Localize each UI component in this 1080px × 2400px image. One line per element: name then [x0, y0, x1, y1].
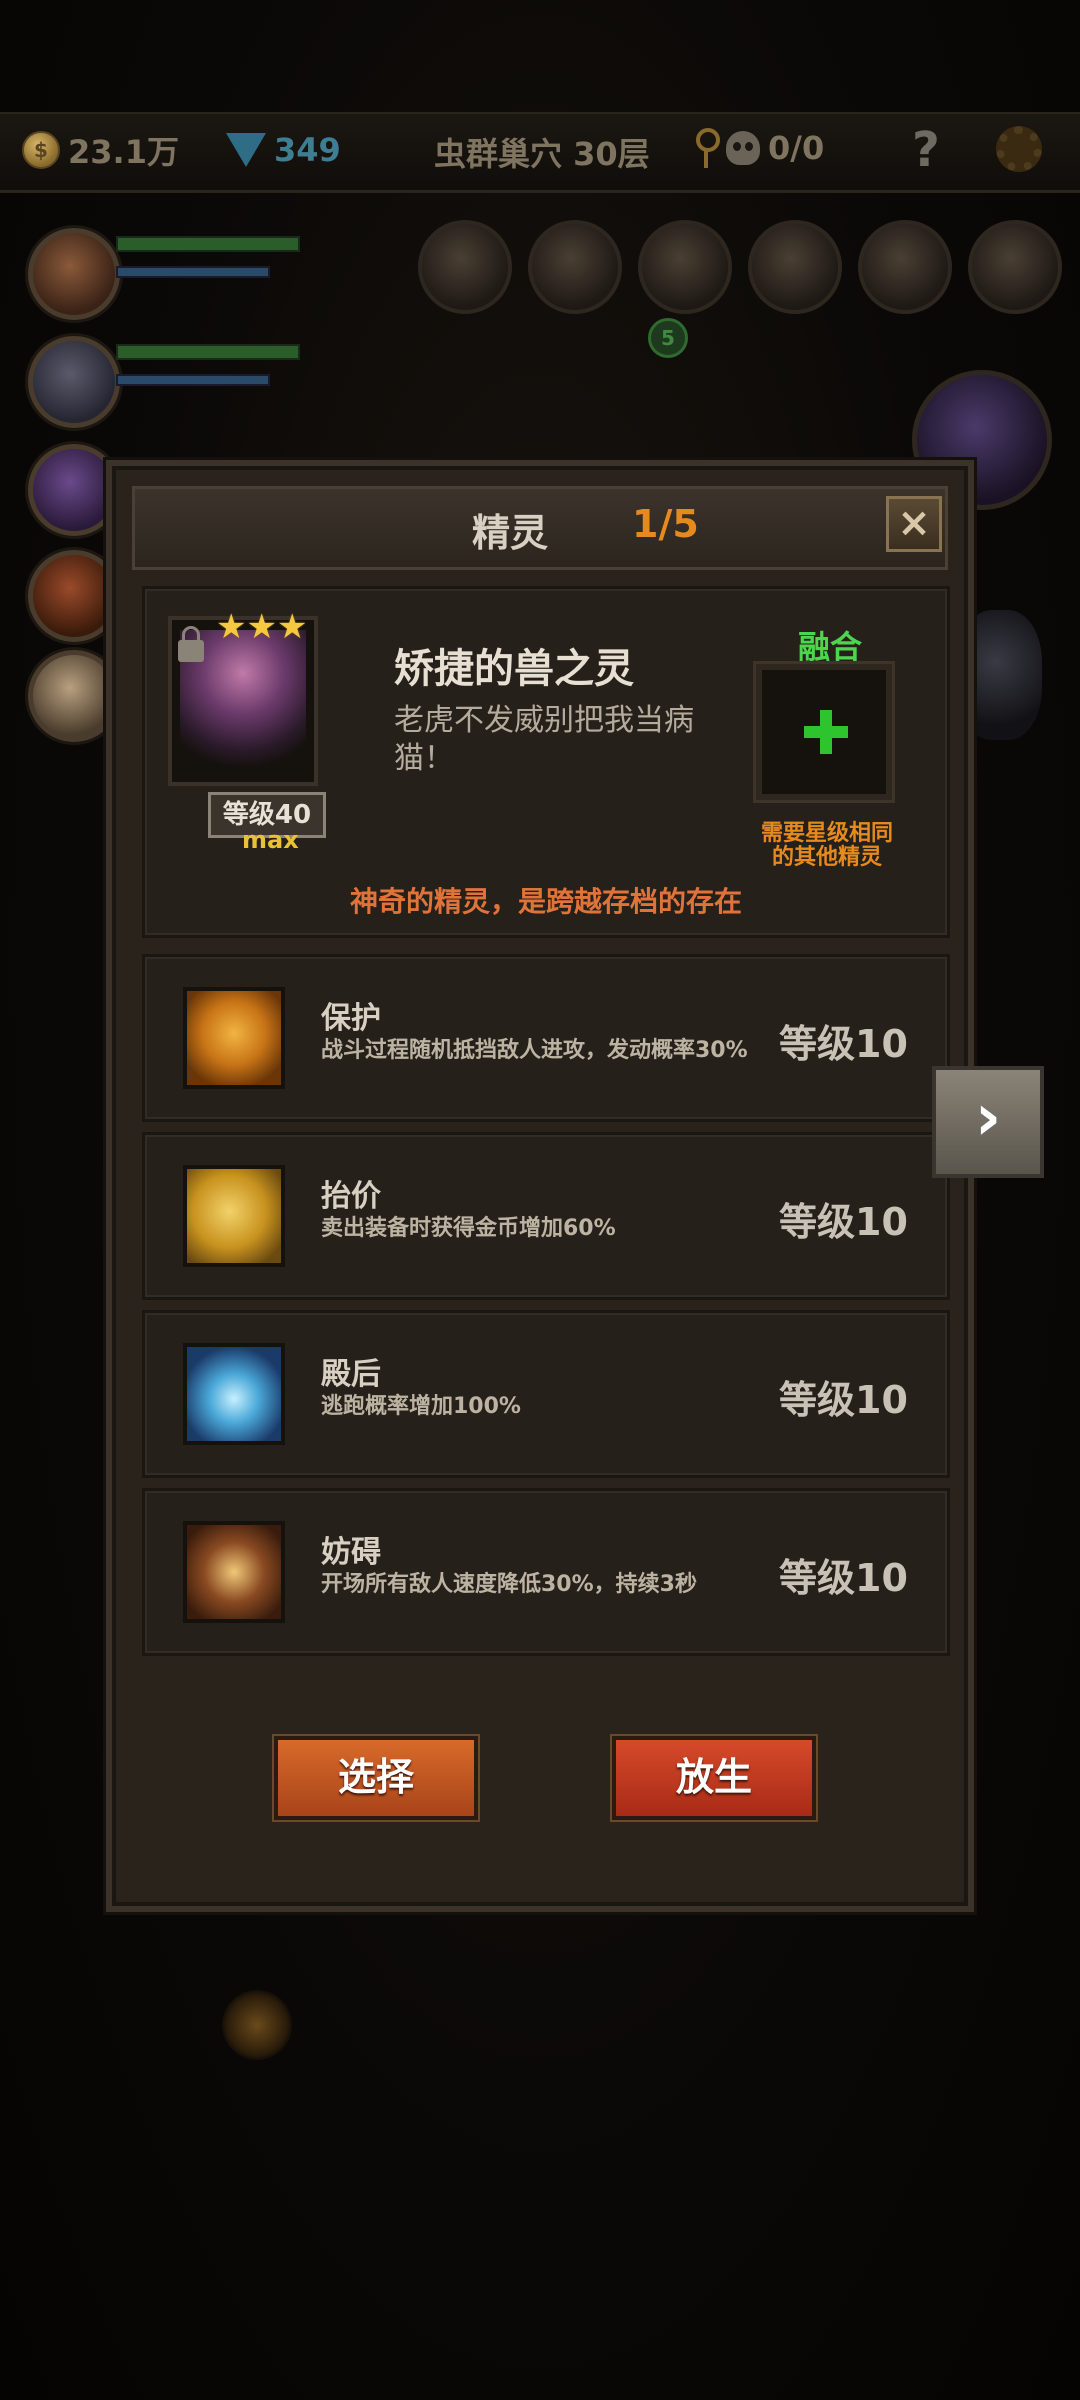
dialog-title: 精灵 — [472, 511, 549, 555]
skill-row: 保护 战斗过程随机抵挡敌人进攻，发动概率30% 等级10 — [142, 954, 950, 1122]
fusion-label: 融合 — [798, 628, 863, 666]
select-button[interactable]: 选择 — [274, 1736, 478, 1820]
help-button[interactable]: ? — [912, 122, 940, 178]
close-button[interactable]: × — [886, 496, 942, 552]
item-slot-carrot[interactable] — [968, 220, 1062, 314]
item-slot-scroll[interactable] — [528, 220, 622, 314]
shield-spirit-icon — [183, 987, 285, 1089]
skill-level: 等级10 — [779, 1556, 908, 1600]
floor-glow — [222, 1990, 292, 2060]
key-skull-counter: 0/0 — [694, 126, 824, 170]
skill-row: 妨碍 开场所有敌人速度降低30%，持续3秒 等级10 — [142, 1488, 950, 1656]
item-slot-coffin[interactable] — [638, 220, 732, 314]
release-button[interactable]: 放生 — [612, 1736, 816, 1820]
chained-boot-icon — [183, 1521, 285, 1623]
fusion-note: 需要星级相同的其他精灵 — [760, 821, 893, 870]
item-slot-bell[interactable] — [748, 220, 842, 314]
hero-2-mp-bar — [116, 374, 270, 386]
skill-description: 开场所有敌人速度降低30%，持续3秒 — [321, 1572, 697, 1597]
skill-level: 等级10 — [779, 1200, 908, 1244]
gold-counter: $ 23.1万 — [22, 128, 179, 172]
skill-row: 殿后 逃跑概率增加100% 等级10 — [142, 1310, 950, 1478]
fusion-add-button[interactable] — [756, 664, 892, 800]
skill-name: 殿后 — [321, 1357, 381, 1392]
skill-row: 抬价 卖出装备时获得金币增加60% 等级10 — [142, 1132, 950, 1300]
diamond-icon — [226, 133, 266, 167]
item-slot-horse-head[interactable] — [418, 220, 512, 314]
key-skull-count: 0/0 — [768, 129, 825, 167]
sprite-description: 老虎不发威别把我当病猫！ — [394, 703, 694, 776]
sprite-dialog: 精灵 1/5 × ★★★ 等级40 max 矫捷的兽之灵 老虎不发威别把我当病猫… — [106, 460, 974, 1912]
next-page-arrow-button[interactable]: › — [932, 1066, 1044, 1178]
max-level-label: max — [242, 826, 299, 854]
hero-1-mp-bar — [116, 266, 270, 278]
star-rating-stars: ★★★ — [216, 607, 308, 647]
game-screen: $ 23.1万 349 虫群巢穴 30层 0/0 ? 5 精灵 1/5 × ★★… — [0, 0, 1080, 2400]
skill-name: 保护 — [321, 1001, 381, 1036]
hand-icon — [183, 1165, 285, 1267]
dungeon-location: 虫群巢穴 30层 — [434, 130, 650, 174]
hero-portrait-1[interactable] — [28, 228, 120, 320]
item-slot-feather[interactable] — [858, 220, 952, 314]
page-indicator: 1/5 — [632, 502, 699, 546]
location-label: 虫群巢穴 30层 — [434, 135, 650, 173]
skill-level: 等级10 — [779, 1022, 908, 1066]
skill-description: 战斗过程随机抵挡敌人进攻，发动概率30% — [321, 1038, 748, 1063]
star-rating: ★★★ — [216, 610, 307, 644]
hero-2-hp-bar — [116, 344, 300, 360]
skill-level: 等级10 — [779, 1378, 908, 1422]
gold-coin-icon: $ — [22, 131, 60, 169]
wings-icon — [183, 1343, 285, 1445]
lock-icon[interactable] — [178, 626, 204, 662]
skill-description: 卖出装备时获得金币增加60% — [321, 1216, 616, 1241]
sprite-tagline: 神奇的精灵，是跨越存档的存在 — [349, 885, 742, 918]
skill-name: 妨碍 — [321, 1535, 381, 1570]
plus-icon — [804, 710, 848, 754]
sprite-name: 矫捷的兽之灵 — [394, 646, 634, 692]
skull-icon — [726, 131, 760, 165]
gem-counter: 349 — [226, 128, 341, 172]
gold-amount: 23.1万 — [68, 133, 179, 171]
settings-gear-icon[interactable] — [996, 126, 1042, 172]
skill-description: 逃跑概率增加100% — [321, 1394, 521, 1419]
item-count-badge: 5 — [648, 318, 688, 358]
skill-name: 抬价 — [321, 1179, 381, 1214]
hero-1-hp-bar — [116, 236, 300, 252]
key-icon — [694, 128, 720, 168]
hero-portrait-2[interactable] — [28, 336, 120, 428]
gem-amount: 349 — [274, 131, 341, 169]
